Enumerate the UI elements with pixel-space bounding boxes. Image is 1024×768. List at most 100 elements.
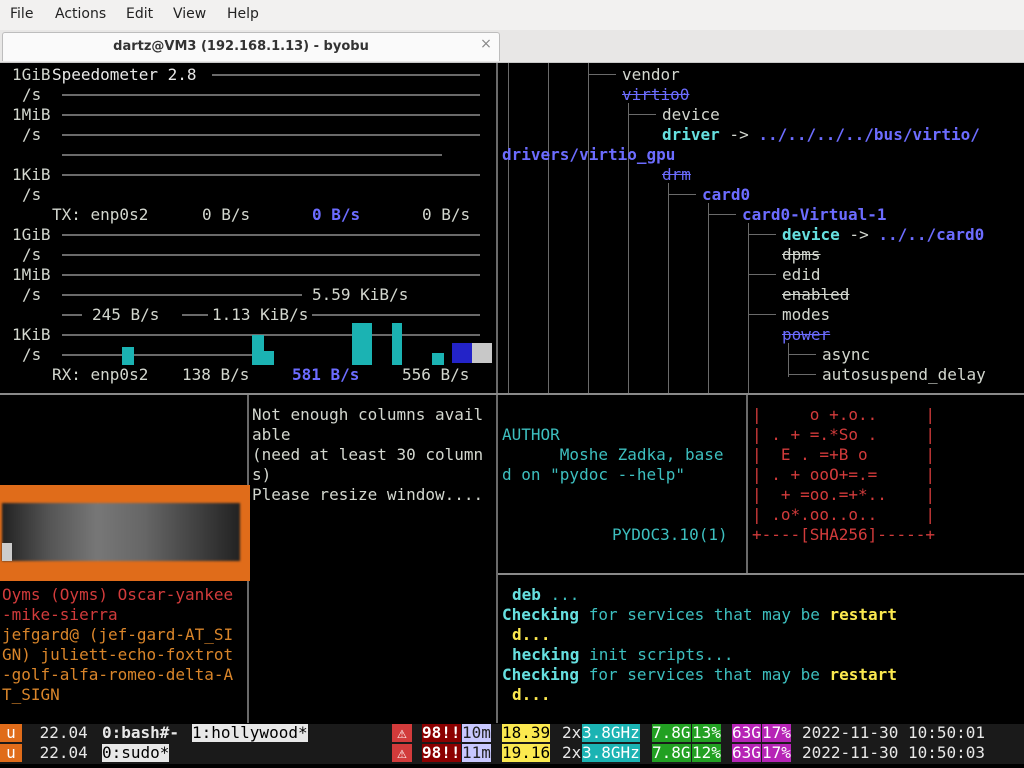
tree-autosuspend: autosuspend_delay (822, 365, 986, 384)
update-deb: deb (512, 585, 541, 604)
status-disk-percent: 17% (762, 743, 791, 762)
randomart-line-5: | + =oo.=+*.. | (752, 485, 936, 504)
tree-enabled: enabled (782, 285, 850, 304)
tx-value-3: 0 B/s (422, 205, 471, 224)
pane-divider-right[interactable] (746, 395, 748, 573)
tree-drm: drm (662, 165, 691, 184)
tx-unit-s2: /s (22, 125, 42, 144)
blurred-content (2, 503, 240, 561)
tree-driver-path: ../../../../bus/virtio/ (758, 125, 980, 144)
randomart-line-3: | E . =+B o | (752, 445, 936, 464)
rx-unit-kib: 1KiB (12, 325, 51, 344)
tx-label: TX: enp0s2 (52, 205, 149, 224)
tab-terminal[interactable]: dartz@VM3 (192.168.1.13) - byobu × (2, 32, 500, 61)
tree-modes: modes (782, 305, 831, 324)
pane-divider-horizontal[interactable] (0, 393, 1024, 395)
tab-bar: dartz@VM3 (192.168.1.13) - byobu × (0, 30, 1024, 63)
tree-async: async (822, 345, 871, 364)
status-updates: 98!! (422, 743, 461, 762)
status-datetime: 2022-11-30 10:50:03 (802, 743, 986, 762)
resize-line-5: Please resize window.... (252, 485, 484, 504)
status-bar-2: u 22.04 0:sudo* ⚠ 98!! 11m 19.16 2x 3.8G… (0, 744, 1024, 764)
rx-unit-s1: /s (22, 245, 42, 264)
update-services-1: for services that may be (579, 605, 830, 624)
update-d-2: d... (512, 685, 551, 704)
tree-driver: driver (662, 125, 720, 144)
pydoc-author: AUTHOR (502, 425, 560, 444)
tree-driver-arrow: -> (719, 125, 759, 144)
tree-dpms: dpms (782, 245, 821, 264)
tree-device: device (662, 105, 720, 124)
randomart-line-6: | .o*.oo..o.. | (752, 505, 936, 524)
pane-divider-right-h[interactable] (498, 573, 1024, 575)
rx-marker-2: 245 B/s (92, 305, 160, 324)
chat-line-3: jefgard@ (jef-gard-AT_SI (2, 625, 234, 644)
update-init-line: hecking init scripts... (512, 645, 734, 665)
update-deb-rest: ... (540, 585, 580, 604)
update-checking-1: Checking (502, 605, 580, 624)
resize-line-1: Not enough columns avail (252, 405, 484, 424)
rx-value-3: 556 B/s (402, 365, 470, 384)
tree-card0: card0 (702, 185, 751, 204)
chat-line-4: GN) juliett-echo-foxtrot (2, 645, 234, 664)
tree-device2: device (782, 225, 840, 244)
randomart-footer: +----[SHA256]-----+ (752, 525, 936, 544)
ubuntu-logo-icon: u (0, 724, 22, 742)
tree-device2-path: ../../card0 (878, 225, 985, 244)
rx-unit-s3: /s (22, 345, 42, 364)
menu-help[interactable]: Help (227, 6, 259, 22)
window-tab-0[interactable]: 0:bash#- (102, 724, 179, 742)
speedometer-title: Speedometer 2.8 (52, 65, 197, 84)
update-restart-2: restart (829, 665, 897, 684)
update-restart-1: restart (829, 605, 897, 624)
menu-view[interactable]: View (173, 6, 206, 22)
menu-file[interactable]: File (10, 6, 33, 22)
tree-driver-line: driver -> ../../../../bus/virtio/ (662, 125, 980, 145)
tree-virtio0: virtio0 (622, 85, 690, 104)
rx-label: RX: enp0s2 (52, 365, 149, 384)
tx-unit-gib: 1GiB (12, 65, 51, 84)
chat-line-1: Oyms (Oyms) Oscar-yankee (2, 585, 234, 604)
status-version: 22.04 (30, 743, 98, 762)
resize-line-3: (need at least 30 column (252, 445, 484, 464)
window-tab-0[interactable]: 0:sudo* (102, 744, 170, 762)
warning-icon: ⚠ (392, 744, 412, 762)
status-version: 22.04 (30, 723, 98, 742)
rx-unit-s2: /s (22, 285, 42, 304)
status-load: 18.39 (502, 723, 551, 742)
status-cpu-count: 2x (562, 723, 582, 742)
rx-unit-mib: 1MiB (12, 265, 51, 284)
status-disk-percent: 17% (762, 723, 791, 742)
status-updates: 98!! (422, 723, 461, 742)
tx-value-1: 0 B/s (202, 205, 251, 224)
chat-line-5: -golf-alfa-romeo-delta-A (2, 665, 234, 684)
rx-value-1: 138 B/s (182, 365, 250, 384)
status-uptime: 10m (462, 723, 491, 742)
status-mem: 7.8G (652, 743, 691, 762)
status-mem: 7.8G (652, 723, 691, 742)
rx-unit-gib: 1GiB (12, 225, 51, 244)
rx-marker-3: 1.13 KiB/s (212, 305, 309, 324)
tree-power: power (782, 325, 831, 344)
close-icon[interactable]: × (479, 37, 493, 51)
pydoc-footer: PYDOC3.10(1) (612, 525, 728, 544)
menu-edit[interactable]: Edit (126, 6, 153, 22)
update-init-scripts: init scripts... (579, 645, 734, 664)
menu-actions[interactable]: Actions (55, 6, 106, 22)
window-tab-1[interactable]: 1:hollywood* (192, 724, 308, 742)
status-mem-percent: 13% (692, 723, 721, 742)
warning-icon: ⚠ (392, 724, 412, 742)
randomart-line-4: | . + ooO+=.= | (752, 465, 936, 484)
pydoc-line-1: Moshe Zadka, base (502, 445, 724, 464)
ubuntu-logo-icon: u (0, 744, 22, 762)
tx-value-2: 0 B/s (312, 205, 361, 224)
terminal-area[interactable]: 1GiB Speedometer 2.8 /s 1MiB /s 1KiB /s … (0, 63, 1024, 768)
chat-line-2: -mike-sierra (2, 605, 118, 624)
tree-edid: edid (782, 265, 821, 284)
tree-vendor: vendor (622, 65, 680, 84)
tree-device2-line: device -> ../../card0 (782, 225, 984, 245)
tab-title: dartz@VM3 (192.168.1.13) - byobu (113, 39, 369, 54)
tree-card0-virtual: card0-Virtual-1 (742, 205, 887, 224)
status-cpu-freq: 3.8GHz (582, 723, 640, 742)
update-services-2: for services that may be (579, 665, 830, 684)
